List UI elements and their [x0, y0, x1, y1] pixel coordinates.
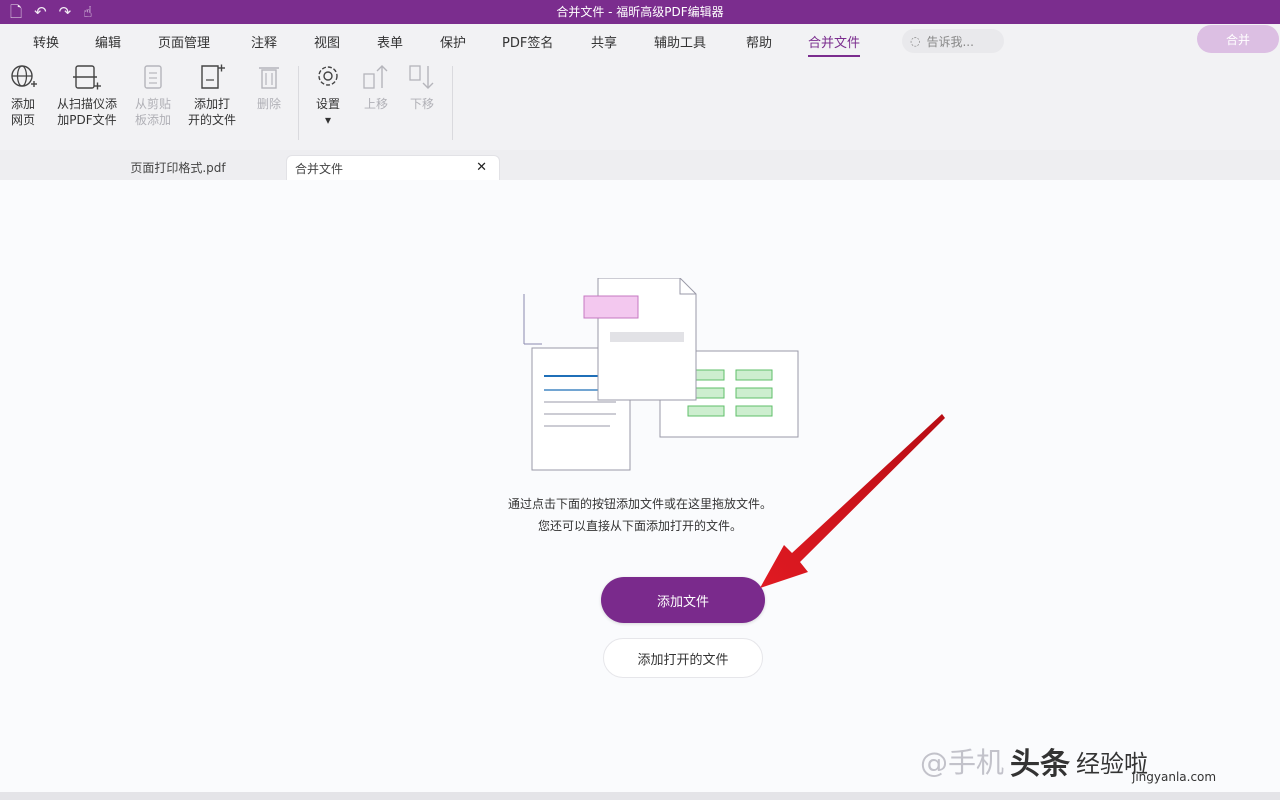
add-open-files-button[interactable]: 添加打开的文件 — [603, 638, 763, 678]
scanner-add-icon — [73, 65, 101, 90]
merge-button[interactable]: 合并 — [1197, 25, 1279, 53]
menu-convert[interactable]: 转换 — [33, 32, 59, 51]
clipboard-icon — [144, 65, 162, 89]
chevron-down-icon: ▾ — [324, 113, 332, 127]
move-up-icon — [363, 65, 388, 89]
ribbon-separator — [452, 66, 453, 140]
menu-protect[interactable]: 保护 — [440, 32, 466, 51]
ribbon-separator — [298, 66, 299, 140]
menu-merge-files[interactable]: 合并文件 — [808, 32, 861, 57]
move-down-icon — [409, 65, 434, 89]
window-title: 合并文件 - 福昕高级PDF编辑器 — [556, 5, 724, 19]
document-tab-bar: 页面打印格式.pdf 合并文件 ✕ — [0, 150, 1280, 180]
search-placeholder: 告诉我... — [926, 34, 974, 49]
menu-comment[interactable]: 注释 — [251, 32, 277, 51]
lightbulb-icon: ◌ — [910, 34, 921, 48]
menu-page-management[interactable]: 页面管理 — [158, 32, 210, 51]
menu-edit[interactable]: 编辑 — [95, 32, 121, 51]
tab-page-print-format[interactable]: 页面打印格式.pdf — [8, 155, 278, 180]
menu-bar: 转换 编辑 页面管理 注释 视图 表单 保护 PDF签名 共享 辅助工具 帮助 … — [0, 24, 1280, 58]
move-down-button[interactable]: 下移 — [406, 62, 438, 112]
menu-share[interactable]: 共享 — [591, 32, 617, 51]
merge-files-panel: 通过点击下面的按钮添加文件或在这里拖放文件。 您还可以直接从下面添加打开的文件。… — [0, 180, 1280, 792]
watermark: @手机 头条 经验啦 jingyanla.com — [920, 746, 1217, 784]
menu-accessibility[interactable]: 辅助工具 — [654, 32, 706, 51]
menu-help[interactable]: 帮助 — [746, 32, 772, 51]
tab-merge-files[interactable]: 合并文件 ✕ — [286, 155, 500, 180]
tell-me-search[interactable]: ◌ 告诉我... — [902, 29, 1004, 53]
add-from-clipboard-button[interactable]: 从剪贴 板添加 — [130, 62, 176, 128]
open-file-add-icon — [201, 64, 225, 89]
gear-icon — [318, 66, 338, 86]
hint-line-2: 您还可以直接从下面添加打开的文件。 — [537, 519, 742, 533]
settings-button[interactable]: 设置 ▾ — [310, 62, 346, 128]
title-bar: 🗋 ↶ ↷ ☝ 合并文件 - 福昕高级PDF编辑器 — [0, 0, 1280, 24]
menu-form[interactable]: 表单 — [377, 32, 403, 51]
add-files-button[interactable]: 添加文件 — [601, 577, 765, 623]
documents-illustration — [523, 278, 799, 471]
add-open-files-ribbon-button[interactable]: 添加打 开的文件 — [184, 62, 240, 128]
move-up-button[interactable]: 上移 — [360, 62, 392, 112]
globe-add-icon — [11, 65, 37, 87]
trash-icon — [259, 67, 279, 89]
delete-button[interactable]: 删除 — [253, 62, 285, 112]
ribbon-toolbar: 添加 网页 从扫描仪添 加PDF文件 从剪贴 板添加 添加打 开的文件 删除 设… — [0, 58, 1280, 151]
add-webpage-button[interactable]: 添加 网页 — [4, 62, 42, 128]
close-tab-icon[interactable]: ✕ — [476, 160, 487, 175]
menu-view[interactable]: 视图 — [314, 32, 340, 51]
add-from-scanner-button[interactable]: 从扫描仪添 加PDF文件 — [50, 62, 124, 128]
status-bar — [0, 792, 1280, 800]
menu-pdf-sign[interactable]: PDF签名 — [502, 32, 553, 51]
hint-line-1: 通过点击下面的按钮添加文件或在这里拖放文件。 — [507, 497, 772, 511]
